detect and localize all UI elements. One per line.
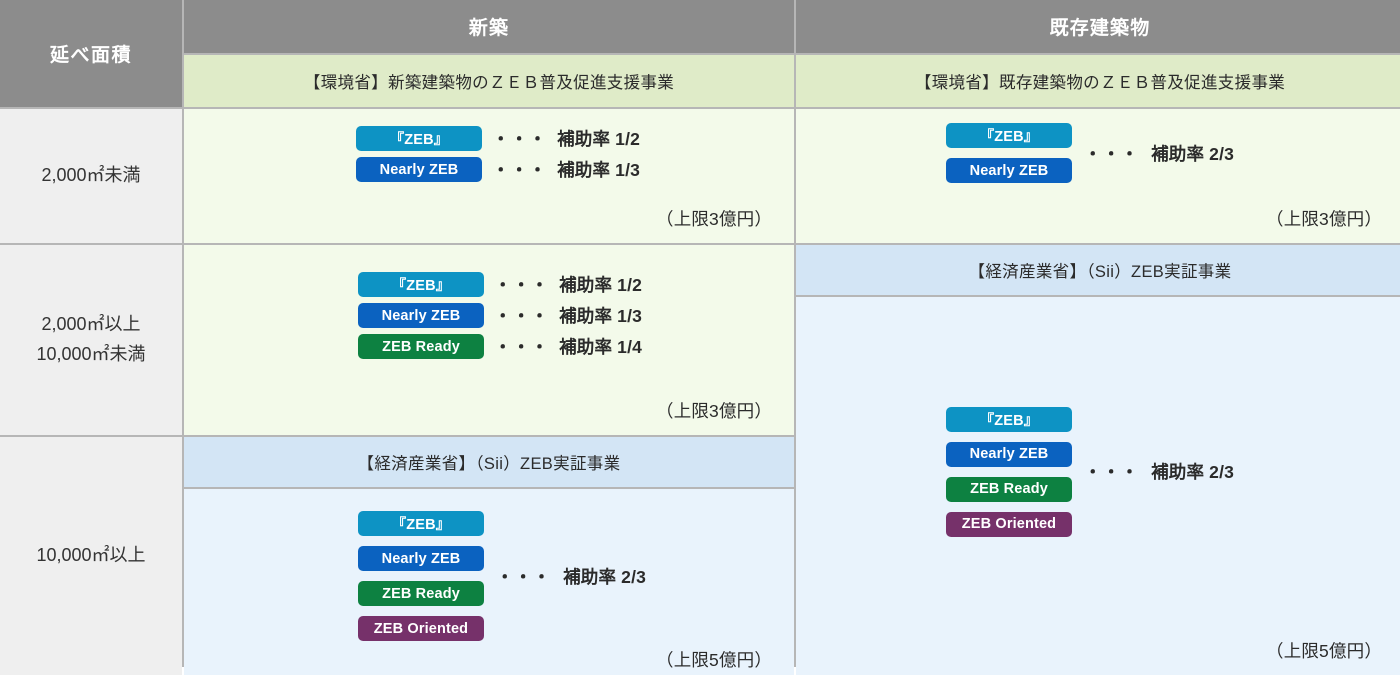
row-label-2000-to-10000-line1: 2,000㎡以上 <box>41 314 141 335</box>
badge-zeb: 『ZEB』 <box>358 511 484 536</box>
program-header-meti-existing: 【経済産業省】（Sii）ZEB実証事業 <box>796 245 1400 297</box>
program-header-env-existing-label: 【環境省】既存建築物のＺＥＢ普及促進支援事業 <box>914 74 1286 92</box>
subsidy-rate: 補助率 2/3 <box>563 566 647 587</box>
badge-nearly-zeb: Nearly ZEB <box>356 157 482 182</box>
program-header-meti-existing-label: 【経済産業省】（Sii）ZEB実証事業 <box>968 263 1232 281</box>
subsidy-cap: （上限5億円） <box>656 650 772 670</box>
corner-header-label: 延べ面積 <box>49 45 133 66</box>
entry-group: 『ZEB』 Nearly ZEB ZEB Ready ZEB Oriented … <box>206 511 772 641</box>
subsidy-rate: 補助率 1/3 <box>557 160 641 180</box>
badge-stack: 『ZEB』 Nearly ZEB ZEB Ready ZEB Oriented <box>946 406 1072 537</box>
row-label-2000-to-10000-line2: 10,000㎡未満 <box>36 344 146 364</box>
entry-list: 『ZEB』 ・・・ 補助率 1/2 Nearly ZEB ・・・ 補助率 1/3… <box>206 269 772 362</box>
entry-row: 『ZEB』 ・・・ 補助率 1/2 <box>358 272 772 297</box>
badge-zeb-ready: ZEB Ready <box>358 334 484 359</box>
badge-zeb-oriented: ZEB Oriented <box>946 511 1072 537</box>
program-header-env-new-label: 【環境省】新築建築物のＺＥＢ普及促進支援事業 <box>303 74 675 92</box>
column-header-new-construction: 新築 <box>184 0 794 53</box>
program-header-env-existing: 【環境省】既存建築物のＺＥＢ普及促進支援事業 <box>796 55 1400 107</box>
subsidy-cap: （上限5億円） <box>1266 641 1382 661</box>
entry-row: Nearly ZEB ・・・ 補助率 1/3 <box>358 303 772 328</box>
dots-separator: ・・・ <box>492 160 548 180</box>
badge-nearly-zeb: Nearly ZEB <box>946 158 1072 183</box>
badge-zeb: 『ZEB』 <box>358 272 484 297</box>
row-label-over-10000-line1: 10,000㎡以上 <box>36 545 146 566</box>
row-label-over-10000: 10,000㎡以上 <box>0 437 182 675</box>
badge-zeb: 『ZEB』 <box>946 406 1072 432</box>
dots-separator: ・・・ <box>494 337 550 357</box>
subsidy-rate: 補助率 2/3 <box>1151 462 1235 482</box>
dots-separator: ・・・ <box>496 566 552 587</box>
cell-existing-over-content: 『ZEB』 Nearly ZEB ZEB Ready ZEB Oriented … <box>796 297 1400 675</box>
subsidy-cap: （上限3億円） <box>656 401 772 421</box>
subsidy-cap: （上限3億円） <box>656 209 772 229</box>
entry-row: ZEB Ready ・・・ 補助率 1/4 <box>358 334 772 359</box>
subsidy-rate: 補助率 1/4 <box>559 337 643 357</box>
badge-zeb-ready: ZEB Ready <box>358 581 484 606</box>
corner-header-total-floor-area: 延べ面積 <box>0 0 182 107</box>
badge-zeb: 『ZEB』 <box>946 123 1072 148</box>
badge-stack: 『ZEB』 Nearly ZEB <box>946 123 1072 183</box>
row-label-under-2000-line1: 2,000㎡未満 <box>41 165 141 186</box>
subsidy-rate: 補助率 1/2 <box>557 129 641 149</box>
subsidy-table: 延べ面積 新築 既存建築物 【環境省】新築建築物のＺＥＢ普及促進支援事業 【環境… <box>0 0 1400 675</box>
badge-nearly-zeb: Nearly ZEB <box>358 303 484 328</box>
badge-zeb: 『ZEB』 <box>356 126 482 151</box>
cell-new-over-10000-content: 『ZEB』 Nearly ZEB ZEB Ready ZEB Oriented … <box>184 489 794 675</box>
cell-existing-under-2000: 『ZEB』 Nearly ZEB ・・・ 補助率 2/3 （上限3億円） <box>796 109 1400 243</box>
dots-separator: ・・・ <box>1084 462 1140 482</box>
subsidy-rate: 補助率 1/3 <box>559 306 643 326</box>
dots-separator: ・・・ <box>494 275 550 295</box>
row-label-under-2000: 2,000㎡未満 <box>0 109 182 243</box>
cell-existing-meti-merged: 【経済産業省】（Sii）ZEB実証事業 『ZEB』 Nearly ZEB ZEB… <box>796 245 1400 675</box>
entry-group: 『ZEB』 Nearly ZEB ・・・ 補助率 2/3 <box>818 123 1382 183</box>
column-header-existing-building-label: 既存建築物 <box>1049 18 1151 39</box>
badge-nearly-zeb: Nearly ZEB <box>946 441 1072 467</box>
column-header-existing-building: 既存建築物 <box>796 0 1400 53</box>
badge-zeb-oriented: ZEB Oriented <box>358 616 484 641</box>
subsidy-rate: 補助率 1/2 <box>559 275 643 295</box>
cell-new-over-10000: 【経済産業省】（Sii）ZEB実証事業 『ZEB』 Nearly ZEB ZEB… <box>184 437 794 675</box>
cell-new-under-2000: 『ZEB』 ・・・ 補助率 1/2 Nearly ZEB ・・・ 補助率 1/3… <box>184 109 794 243</box>
badge-stack: 『ZEB』 Nearly ZEB ZEB Ready ZEB Oriented <box>358 511 484 641</box>
subsidy-rate: 補助率 2/3 <box>1151 143 1235 164</box>
badge-zeb-ready: ZEB Ready <box>946 476 1072 502</box>
entry-group: 『ZEB』 Nearly ZEB ZEB Ready ZEB Oriented … <box>818 406 1382 537</box>
dots-separator: ・・・ <box>1084 143 1140 164</box>
row-label-2000-to-10000: 2,000㎡以上 10,000㎡未満 <box>0 245 182 435</box>
program-header-env-new: 【環境省】新築建築物のＺＥＢ普及促進支援事業 <box>184 55 794 107</box>
cell-new-2000-to-10000: 『ZEB』 ・・・ 補助率 1/2 Nearly ZEB ・・・ 補助率 1/3… <box>184 245 794 435</box>
column-header-new-construction-label: 新築 <box>468 18 510 39</box>
entry-row: Nearly ZEB ・・・ 補助率 1/3 <box>356 157 772 182</box>
dots-separator: ・・・ <box>492 129 548 149</box>
program-header-meti-new-label: 【経済産業省】（Sii）ZEB実証事業 <box>357 455 621 473</box>
entry-list: 『ZEB』 ・・・ 補助率 1/2 Nearly ZEB ・・・ 補助率 1/3 <box>206 123 772 185</box>
subsidy-cap: （上限3億円） <box>1266 209 1382 229</box>
table-grid: 延べ面積 新築 既存建築物 【環境省】新築建築物のＺＥＢ普及促進支援事業 【環境… <box>0 0 1400 675</box>
entry-row: 『ZEB』 ・・・ 補助率 1/2 <box>356 126 772 151</box>
program-header-meti-new: 【経済産業省】（Sii）ZEB実証事業 <box>184 437 794 489</box>
badge-nearly-zeb: Nearly ZEB <box>358 546 484 571</box>
dots-separator: ・・・ <box>494 306 550 326</box>
